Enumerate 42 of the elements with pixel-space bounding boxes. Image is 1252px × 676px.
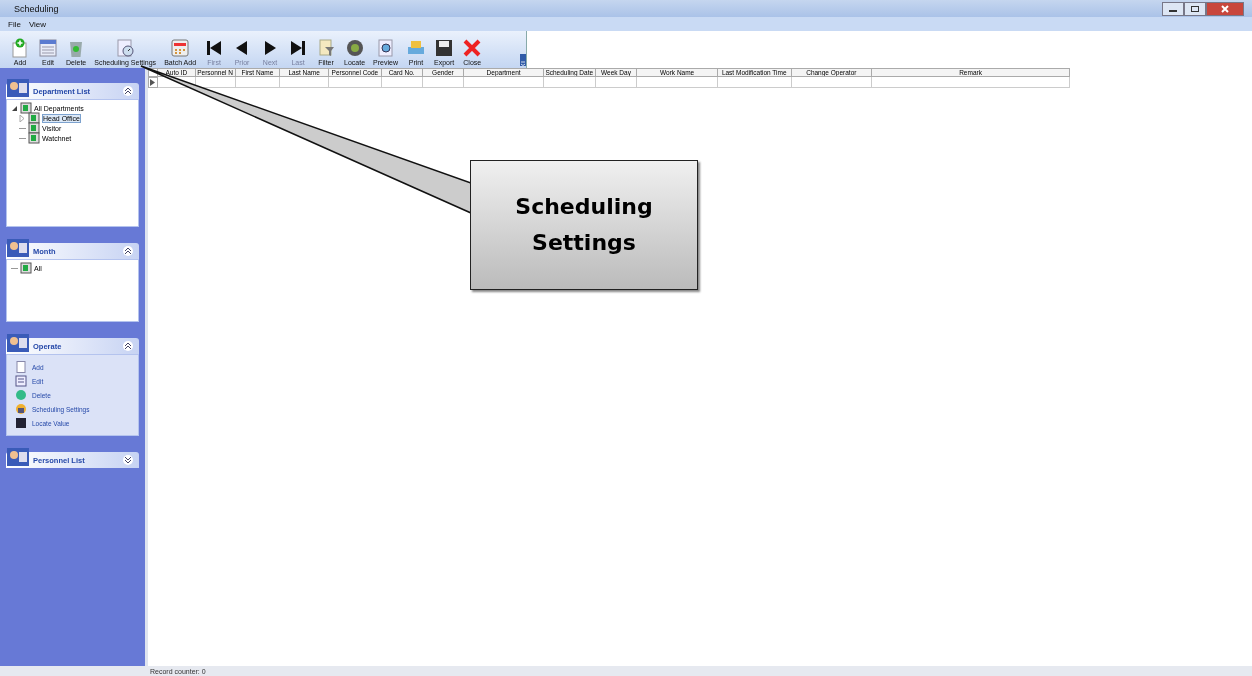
filter-icon xyxy=(316,38,337,58)
form-icon xyxy=(15,375,27,387)
table-cell xyxy=(595,77,638,88)
form-icon xyxy=(38,38,58,58)
callout-text: Scheduling Settings xyxy=(514,193,654,257)
maximize-icon xyxy=(1191,5,1199,12)
window-title: Scheduling xyxy=(14,3,59,14)
clock-icon xyxy=(115,38,136,58)
table-cell xyxy=(381,77,423,88)
collapse-icon[interactable] xyxy=(123,341,133,351)
table-cell xyxy=(422,77,465,88)
collapse-icon[interactable] xyxy=(123,86,133,96)
folder-icon xyxy=(20,262,32,274)
panel-icon xyxy=(6,332,30,354)
table-cell xyxy=(329,77,382,88)
overflow-icon[interactable] xyxy=(520,54,526,66)
recycle-icon xyxy=(15,389,27,401)
close-icon xyxy=(462,38,483,58)
save-icon xyxy=(434,38,455,58)
maximize-button[interactable] xyxy=(1184,1,1206,16)
minimize-button[interactable] xyxy=(1162,1,1184,16)
close-button[interactable] xyxy=(1206,1,1244,16)
plus-page-icon xyxy=(10,38,30,58)
page-icon xyxy=(15,361,27,373)
disc-icon xyxy=(344,38,365,58)
panel-icon xyxy=(6,446,30,468)
table-cell xyxy=(235,77,281,88)
lock-icon xyxy=(15,403,27,415)
collapse-icon[interactable] xyxy=(123,246,133,256)
panel-icon xyxy=(6,237,30,259)
menu-item[interactable]: File xyxy=(8,19,21,29)
folder-icon xyxy=(28,132,40,144)
close-icon xyxy=(1221,4,1229,13)
calendar-icon xyxy=(170,38,191,58)
expand-icon[interactable] xyxy=(11,104,18,112)
table-cell xyxy=(543,77,596,88)
collapse-icon[interactable] xyxy=(123,455,133,465)
preview-icon xyxy=(375,38,396,58)
panel-icon xyxy=(6,77,30,99)
folder-icon xyxy=(20,102,32,114)
table-cell xyxy=(280,77,330,88)
menu-item[interactable]: View xyxy=(28,19,47,29)
